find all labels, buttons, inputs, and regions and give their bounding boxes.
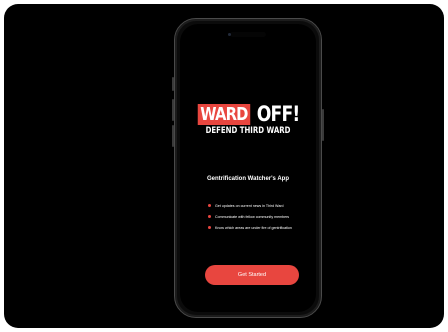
feature-item: Know which areas are under fire of gentr… (208, 222, 310, 233)
feature-text: Get updates on current news in Third War… (215, 203, 284, 208)
phone-side-button (172, 77, 174, 91)
feature-text: Know which areas are under fire of gentr… (215, 225, 292, 230)
logo-tagline: DEFEND THIRD WARD (205, 126, 291, 136)
logo-rest: OFF! (257, 102, 301, 126)
bullet-icon (208, 204, 211, 207)
phone-volume-down-button (172, 125, 174, 147)
phone-notch (230, 32, 266, 37)
bullet-icon (208, 226, 211, 229)
feature-item: Communicate with fellow community member… (208, 211, 310, 222)
get-started-button[interactable]: Get Started (205, 265, 299, 285)
app-logo: WARD OFF! DEFEND THIRD WARD (180, 104, 316, 136)
feature-list: Get updates on current news in Third War… (208, 200, 310, 233)
app-title: Gentrification Watcher's App (207, 176, 289, 182)
logo-highlight: WARD (197, 104, 250, 125)
bullet-icon (208, 215, 211, 218)
presentation-frame: WARD OFF! DEFEND THIRD WARD Gentrificati… (4, 4, 444, 328)
camera-icon (228, 33, 231, 36)
phone-mockup: WARD OFF! DEFEND THIRD WARD Gentrificati… (172, 18, 324, 318)
phone-screen: WARD OFF! DEFEND THIRD WARD Gentrificati… (180, 24, 316, 312)
feature-item: Get updates on current news in Third War… (208, 200, 310, 211)
feature-text: Communicate with fellow community member… (215, 214, 290, 219)
phone-power-button (322, 109, 324, 141)
phone-volume-up-button (172, 99, 174, 121)
logo-wordmark: WARD OFF! (192, 104, 305, 125)
